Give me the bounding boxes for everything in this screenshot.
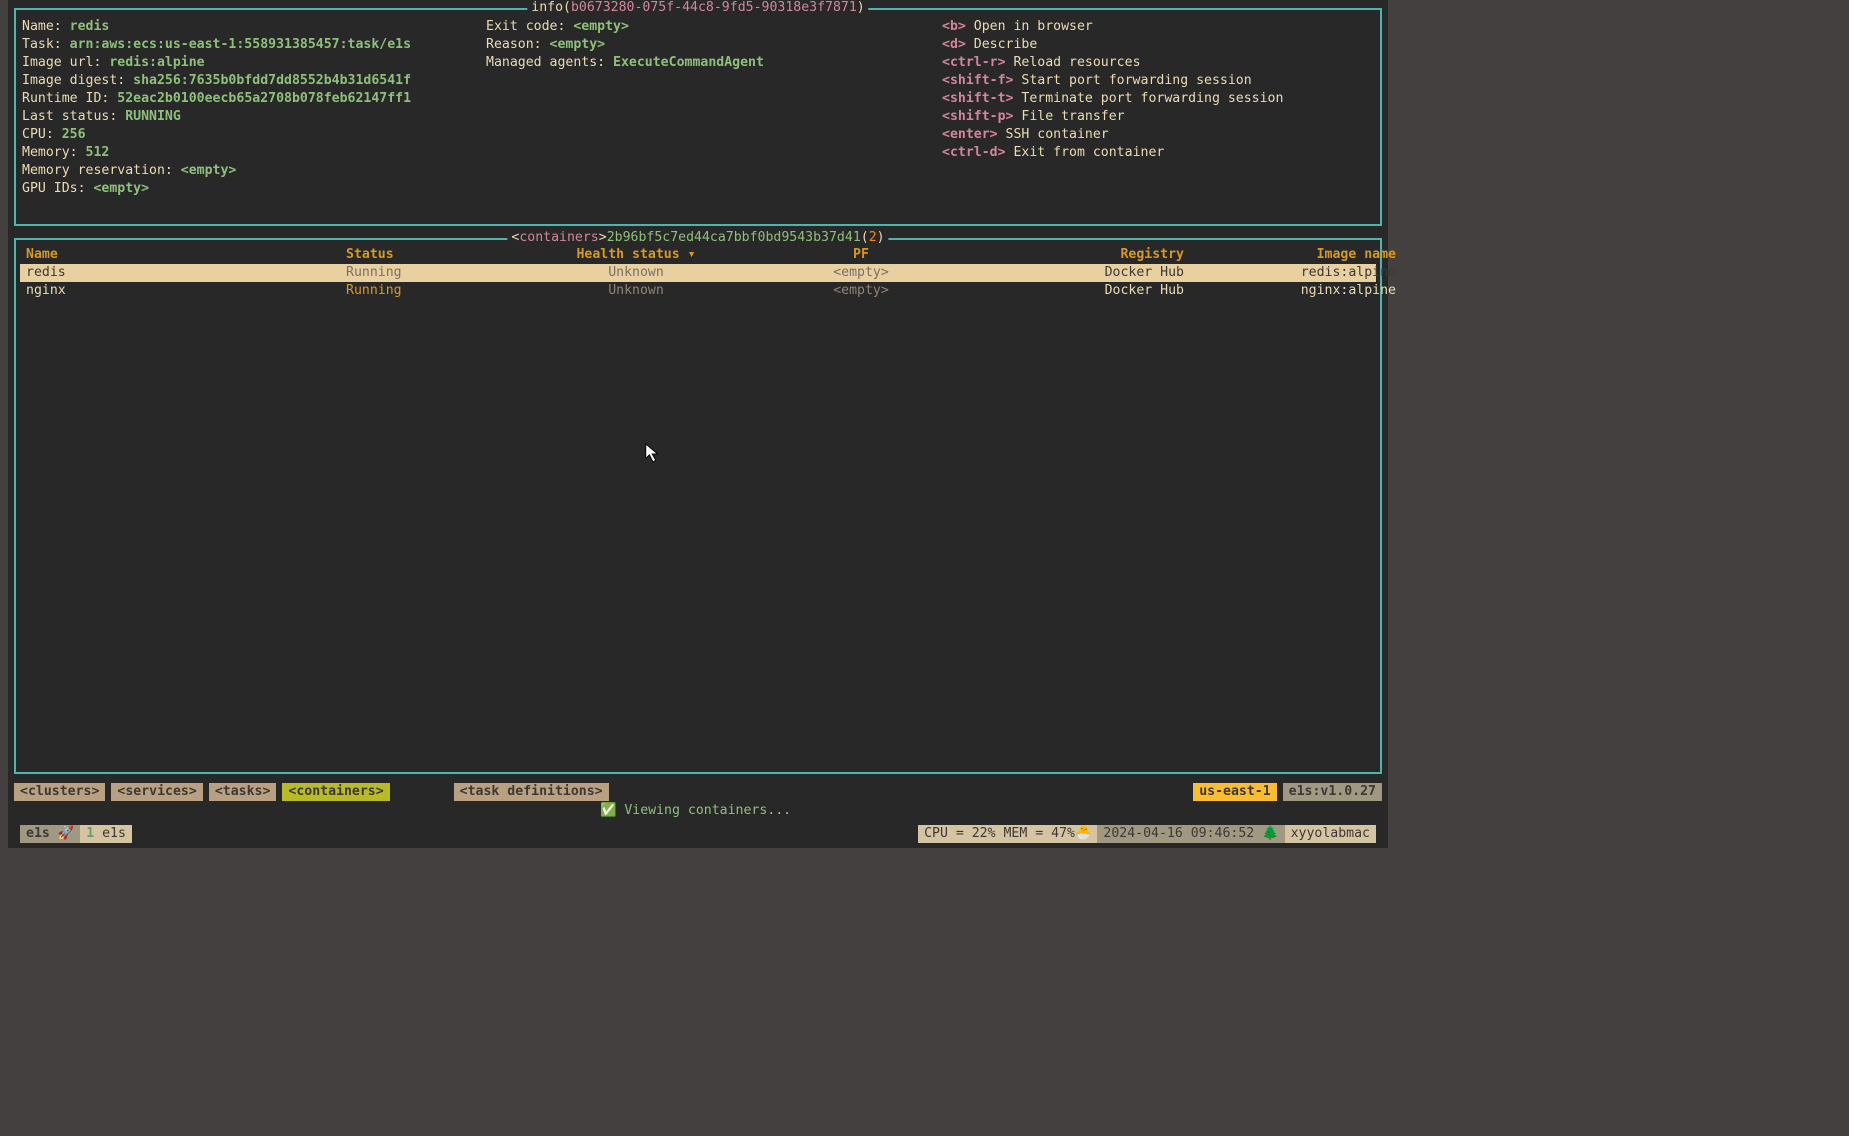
- cell-name: redis: [26, 264, 346, 282]
- col-image[interactable]: Image name: [1196, 246, 1396, 264]
- shortcut-row: <shift-p> File transfer: [942, 108, 1374, 126]
- table-row[interactable]: nginxRunningUnknown<empty>Docker Hubngin…: [20, 282, 1376, 300]
- cell-status: Running: [346, 282, 526, 300]
- col-pf[interactable]: PF: [746, 246, 976, 264]
- cell-pf: <empty>: [746, 282, 976, 300]
- containers-panel-title: <containers>2b96bf5c7ed44ca7bbf0bd9543b3…: [507, 229, 888, 247]
- tab[interactable]: <clusters>: [14, 783, 105, 801]
- tab[interactable]: <tasks>: [209, 783, 277, 801]
- status-context: 1 e1s: [80, 825, 132, 843]
- shortcut-row: <b> Open in browser: [942, 18, 1374, 36]
- shortcut-row: <ctrl-d> Exit from container: [942, 144, 1374, 162]
- status-app: e1s 🚀: [20, 825, 80, 843]
- containers-panel: <containers>2b96bf5c7ed44ca7bbf0bd9543b3…: [14, 238, 1382, 774]
- col-name[interactable]: Name: [26, 246, 346, 264]
- info-row: GPU IDs: <empty>: [22, 180, 478, 198]
- containers-header: Name Status Health status ▾ PF Registry …: [20, 246, 1376, 264]
- cell-status: Running: [346, 264, 526, 282]
- cell-health: Unknown: [526, 264, 746, 282]
- info-row: Image url: redis:alpine: [22, 54, 478, 72]
- region-badge: us-east-1: [1193, 783, 1276, 801]
- info-row: Last status: RUNNING: [22, 108, 478, 126]
- shortcut-row: <shift-t> Terminate port forwarding sess…: [942, 90, 1374, 108]
- info-col-shortcuts: <b> Open in browser<d> Describe<ctrl-r> …: [942, 18, 1374, 198]
- nav-tabs: <clusters> <services> <tasks> <containers> <…: [8, 782, 1388, 802]
- cell-pf: <empty>: [746, 264, 976, 282]
- status-time: 2024-04-16 09:46:52 🌲: [1097, 825, 1284, 843]
- info-row: CPU: 256: [22, 126, 478, 144]
- tab[interactable]: <task definitions>: [454, 783, 609, 801]
- info-row: Image digest: sha256:7635b0bfdd7dd8552b4…: [22, 72, 478, 90]
- status-host: xyyolabmac: [1285, 825, 1376, 843]
- info-row: Managed agents: ExecuteCommandAgent: [486, 54, 934, 72]
- info-row: Memory reservation: <empty>: [22, 162, 478, 180]
- shortcut-row: <enter> SSH container: [942, 126, 1374, 144]
- info-col-middle: Exit code: <empty>Reason: <empty>Managed…: [486, 18, 934, 198]
- cell-image: redis:alpine: [1196, 264, 1396, 282]
- col-registry[interactable]: Registry: [976, 246, 1196, 264]
- cell-registry: Docker Hub: [976, 282, 1196, 300]
- shortcut-row: <shift-f> Start port forwarding session: [942, 72, 1374, 90]
- info-row: Exit code: <empty>: [486, 18, 934, 36]
- info-row: Memory: 512: [22, 144, 478, 162]
- check-icon: ✅: [600, 803, 616, 818]
- info-panel: info(b0673280-075f-44c8-9fd5-90318e3f787…: [14, 8, 1382, 226]
- col-status[interactable]: Status: [346, 246, 526, 264]
- tab[interactable]: <services>: [111, 783, 202, 801]
- info-panel-title: info(b0673280-075f-44c8-9fd5-90318e3f787…: [527, 0, 868, 17]
- cell-name: nginx: [26, 282, 346, 300]
- version-badge: e1s:v1.0.27: [1283, 783, 1382, 801]
- shortcut-row: <d> Describe: [942, 36, 1374, 54]
- cell-image: nginx:alpine: [1196, 282, 1396, 300]
- cell-registry: Docker Hub: [976, 264, 1196, 282]
- status-bar: e1s 🚀 1 e1s CPU = 22% MEM = 47%🐣 2024-04…: [14, 824, 1382, 844]
- shortcut-row: <ctrl-r> Reload resources: [942, 54, 1374, 72]
- col-health[interactable]: Health status ▾: [526, 246, 746, 264]
- info-row: Runtime ID: 52eac2b0100eecb65a2708b078fe…: [22, 90, 478, 108]
- table-row[interactable]: redisRunningUnknown<empty>Docker Hubredi…: [20, 264, 1376, 282]
- help-line: ✅ Viewing containers...: [8, 802, 1388, 820]
- info-row: Reason: <empty>: [486, 36, 934, 54]
- tab[interactable]: <containers>: [282, 783, 389, 801]
- info-col-left: Name: redisTask: arn:aws:ecs:us-east-1:5…: [22, 18, 478, 198]
- status-sys: CPU = 22% MEM = 47%🐣: [918, 825, 1097, 843]
- info-row: Task: arn:aws:ecs:us-east-1:558931385457…: [22, 36, 478, 54]
- info-row: Name: redis: [22, 18, 478, 36]
- cell-health: Unknown: [526, 282, 746, 300]
